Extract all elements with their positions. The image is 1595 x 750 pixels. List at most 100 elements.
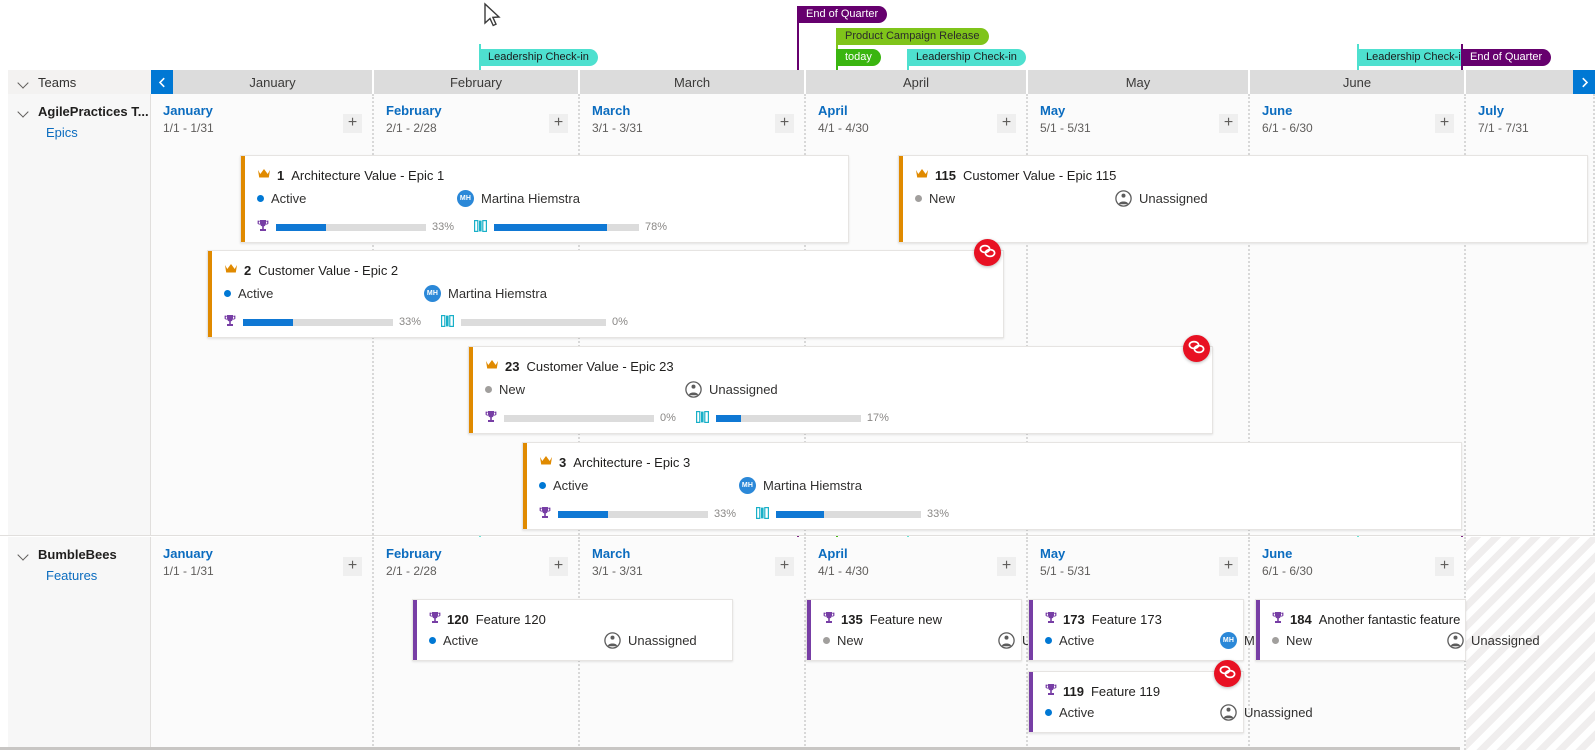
- add-item-button[interactable]: +: [997, 114, 1016, 133]
- trophy-icon: [539, 506, 551, 522]
- add-item-button[interactable]: +: [775, 557, 794, 576]
- backlog-level-link[interactable]: Epics: [8, 119, 150, 140]
- milestone-chip[interactable]: End of Quarter: [1463, 49, 1551, 66]
- add-item-button[interactable]: +: [343, 557, 362, 576]
- iteration-range: 1/1 - 1/31: [163, 564, 214, 578]
- epic-card[interactable]: 115Customer Value - Epic 115NewUnassigne…: [898, 155, 1588, 243]
- chevron-down-icon[interactable]: [18, 106, 29, 117]
- card-meta-row: ActiveUnassigned: [1045, 705, 1094, 720]
- status-badge: Active: [429, 633, 478, 648]
- progress-bar-group: 78%: [474, 220, 667, 235]
- progress-fill: [776, 511, 824, 518]
- status-badge: Active: [539, 478, 588, 493]
- status-label: New: [1286, 633, 1312, 648]
- month-header-april: April: [806, 70, 1026, 94]
- milestone-chip[interactable]: Product Campaign Release: [838, 28, 989, 45]
- delivery-plan-board: AgilePractices T...EpicsJanuary1/1 - 1/3…: [0, 94, 1595, 750]
- timeline-next-button[interactable]: [1573, 70, 1595, 94]
- iteration-range: 5/1 - 5/31: [1040, 564, 1091, 578]
- progress-fill: [716, 415, 741, 422]
- work-item-title: Customer Value - Epic 23: [526, 359, 673, 374]
- team-name-row[interactable]: AgilePractices T...: [8, 94, 150, 119]
- story-icon: [441, 315, 454, 330]
- work-item-title: Feature 119: [1091, 684, 1160, 699]
- milestone-chip[interactable]: today: [838, 49, 881, 66]
- card-meta-row: ActiveMHMartina Hiemstra: [1045, 633, 1094, 648]
- card-type-stripe: [1256, 600, 1260, 660]
- status-dot-icon: [257, 195, 264, 202]
- iteration-cell[interactable]: January1/1 - 1/31+: [151, 537, 374, 750]
- epic-card[interactable]: 2Customer Value - Epic 2ActiveMHMartina …: [207, 250, 1004, 338]
- crown-icon: [224, 262, 238, 275]
- dependency-badge[interactable]: [1183, 335, 1210, 362]
- progress-track: [243, 319, 393, 326]
- status-dot-icon: [539, 482, 546, 489]
- assignee: MHMartina Hiemstra: [424, 285, 547, 302]
- milestone-chip[interactable]: Leadership Check-in: [1359, 49, 1476, 66]
- add-item-button[interactable]: +: [549, 114, 568, 133]
- status-label: Active: [238, 286, 273, 301]
- milestone-chip[interactable]: Leadership Check-in: [909, 49, 1026, 66]
- card-meta-row: ActiveMHMartina Hiemstra: [539, 478, 588, 493]
- epic-card[interactable]: 23Customer Value - Epic 23NewUnassigned0…: [468, 346, 1213, 434]
- chevron-down-icon[interactable]: [18, 549, 29, 560]
- milestone-chip[interactable]: End of Quarter: [799, 6, 887, 23]
- progress-track: [276, 224, 426, 231]
- add-item-button[interactable]: +: [997, 557, 1016, 576]
- progress-track: [558, 511, 708, 518]
- unassigned-avatar-icon: [1220, 704, 1237, 721]
- assignee-name: Martina Hiemstra: [448, 286, 547, 301]
- team-name-row[interactable]: BumbleBees: [8, 537, 150, 562]
- add-item-button[interactable]: +: [1435, 114, 1454, 133]
- status-badge: Active: [1045, 705, 1094, 720]
- epic-card[interactable]: 1Architecture Value - Epic 1ActiveMHMart…: [240, 155, 849, 243]
- iteration-range: 2/1 - 2/28: [386, 564, 437, 578]
- row-divider: [0, 535, 1595, 536]
- card-type-stripe: [241, 156, 245, 242]
- work-item-title: Customer Value - Epic 2: [258, 263, 398, 278]
- trophy-icon: [1045, 611, 1057, 627]
- work-item-id: 184: [1290, 612, 1312, 627]
- team-row-header[interactable]: BumbleBeesFeatures: [8, 537, 151, 750]
- add-item-button[interactable]: +: [549, 557, 568, 576]
- unassigned-avatar-icon: [1115, 190, 1132, 207]
- feature-card[interactable]: 135Feature newNewUnassigned: [806, 599, 1022, 661]
- teams-header[interactable]: Teams: [8, 70, 151, 94]
- feature-card[interactable]: 119Feature 119ActiveUnassigned: [1028, 671, 1244, 733]
- work-item-title: Another fantastic feature: [1319, 612, 1461, 627]
- assignee-name: Unassigned: [1471, 633, 1540, 648]
- card-meta-row: NewUnassigned: [823, 633, 863, 648]
- assignee: Unassigned: [1447, 632, 1540, 649]
- progress-fill: [243, 319, 293, 326]
- assignee: Unassigned: [1220, 704, 1313, 721]
- iteration-name: June: [1262, 103, 1292, 118]
- add-item-button[interactable]: +: [775, 114, 794, 133]
- milestone-chip[interactable]: Leadership Check-in: [481, 49, 598, 66]
- crown-icon: [539, 454, 553, 470]
- card-title-row: 173Feature 173: [1045, 611, 1162, 627]
- assignee-name: Unassigned: [709, 382, 778, 397]
- progress-track: [504, 415, 654, 422]
- teams-header-label: Teams: [38, 75, 76, 90]
- backlog-level-link[interactable]: Features: [8, 562, 150, 583]
- status-label: New: [499, 382, 525, 397]
- timeline-prev-button[interactable]: [151, 70, 173, 94]
- add-item-button[interactable]: +: [1219, 557, 1238, 576]
- work-item-title: Feature 173: [1092, 612, 1162, 627]
- add-item-button[interactable]: +: [343, 114, 362, 133]
- status-dot-icon: [915, 195, 922, 202]
- dependency-badge[interactable]: [1214, 660, 1241, 687]
- feature-card[interactable]: 173Feature 173 ActiveMHMartina Hiemstra: [1028, 599, 1244, 661]
- add-item-button[interactable]: +: [1435, 557, 1454, 576]
- card-meta-row: NewUnassigned: [1272, 633, 1312, 648]
- feature-card[interactable]: 184 Another fantastic feature NewUnassigne…: [1255, 599, 1466, 661]
- progress-percent: 0%: [660, 412, 676, 424]
- dependency-badge[interactable]: [974, 239, 1001, 266]
- team-row-header[interactable]: AgilePractices T...Epics: [8, 94, 151, 535]
- card-title-row: 184 Another fantastic feature: [1272, 611, 1460, 627]
- add-item-button[interactable]: +: [1219, 114, 1238, 133]
- card-type-stripe: [469, 347, 473, 433]
- feature-card[interactable]: 120Feature 120ActiveUnassigned: [412, 599, 733, 661]
- status-dot-icon: [1272, 637, 1279, 644]
- epic-card[interactable]: 3Architecture - Epic 3ActiveMHMartina Hi…: [522, 442, 1462, 530]
